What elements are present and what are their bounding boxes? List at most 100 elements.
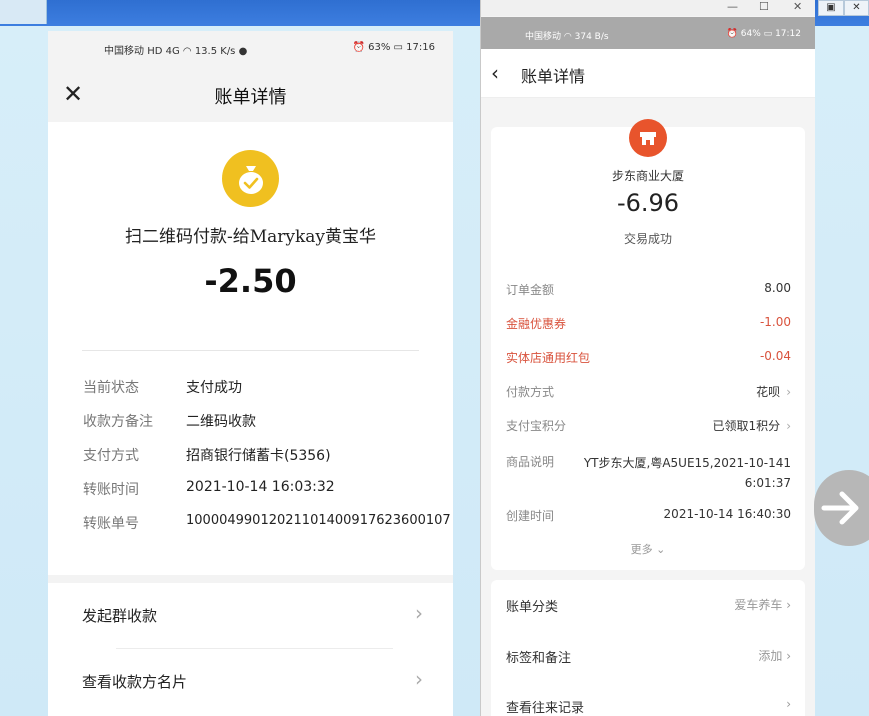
detail-value-wrap: 已领取1积分 ›: [713, 417, 791, 434]
amount: -6.96: [616, 189, 680, 217]
next-arrow-button[interactable]: [814, 470, 869, 546]
detail-label: 支付宝积分: [506, 419, 567, 433]
minimize-button[interactable]: —: [727, 0, 738, 13]
action-label: 查看收款方名片: [82, 673, 188, 691]
left-network: HD 4G: [147, 46, 180, 57]
bill-summary-card: 扫二维码付款-给Marykay黄宝华 -2.50 当前状态 支付成功 收款方备注…: [48, 122, 453, 575]
host-close-button[interactable]: ✕: [844, 0, 869, 16]
right-status-left: 中国移动 ◠ 374 B/s: [525, 29, 609, 42]
action-label: 发起群收款: [82, 607, 158, 625]
left-carrier: 中国移动: [104, 46, 144, 57]
detail-value: 10000499012021101400917623600107: [186, 513, 451, 528]
left-speed: 13.5 K/s: [194, 46, 236, 57]
chevron-right-icon: ›: [415, 667, 423, 691]
maximize-button[interactable]: ☐: [759, 0, 769, 13]
chevron-right-icon: ›: [786, 598, 791, 612]
view-payee-card-button[interactable]: 查看收款方名片 ›: [82, 649, 423, 715]
left-time: 17:16: [406, 42, 435, 53]
detail-label: 转账单号: [83, 516, 139, 532]
store-icon: [629, 119, 667, 157]
host-restore-button[interactable]: ▣: [818, 0, 844, 16]
detail-value: -1.00: [759, 315, 791, 329]
right-status-right: ⏰ 64% ▭ 17:12: [727, 29, 801, 39]
left-title-bar: ✕ 账单详情: [48, 71, 453, 121]
detail-value: 2021-10-14 16:40:30: [663, 507, 791, 521]
history-records-row[interactable]: 查看往来记录 ›: [506, 697, 791, 716]
left-battery: 63%: [368, 42, 391, 53]
battery-icon: ▭: [393, 42, 403, 53]
left-status-bar: 中国移动 HD 4G ◠ 13.5 K/s ● ⏰ 63% ▭ 17:16: [48, 39, 453, 61]
alarm-icon: ⏰: [352, 42, 365, 53]
extra-label: 账单分类: [506, 600, 559, 615]
divider: [82, 350, 419, 351]
detail-label: 商品说明: [506, 455, 555, 469]
bill-category-row[interactable]: 账单分类 爱车养车 ›: [506, 596, 791, 626]
detail-label: 金融优惠券: [506, 317, 567, 331]
detail-label: 订单金额: [506, 283, 555, 297]
detail-row: 实体店通用红包 -0.04: [506, 349, 791, 369]
detail-label: 当前状态: [83, 380, 139, 396]
more-label: 更多: [630, 543, 653, 556]
chevron-right-icon: ›: [786, 419, 791, 433]
chevron-right-icon: ›: [786, 385, 791, 399]
extra-value-wrap: ›: [786, 697, 791, 711]
detail-row: 订单金额 8.00: [506, 281, 791, 301]
extra-label: 查看往来记录: [506, 701, 585, 716]
detail-row: 商品说明 YT步东大厦,粤A5UE15,2021-10-1416:01:37: [506, 453, 791, 490]
battery-icon: ▭: [763, 29, 773, 39]
merchant-name: 步东商业大厦: [611, 169, 684, 183]
payment-method-row[interactable]: 付款方式 花呗 ›: [506, 383, 791, 403]
bill-detail-card: 步东商业大厦 -6.96 交易成功 订单金额 8.00 金融优惠券 -1.00 …: [491, 119, 805, 570]
right-carrier: 中国移动: [525, 32, 562, 42]
detail-label: 转账时间: [83, 482, 139, 498]
left-status-left: 中国移动 HD 4G ◠ 13.5 K/s ●: [104, 42, 247, 57]
detail-value: 8.00: [764, 281, 791, 295]
chevron-right-icon: ›: [786, 697, 791, 711]
arrow-right-icon: [821, 491, 859, 525]
extra-label: 标签和备注: [506, 651, 572, 666]
detail-value: -0.04: [759, 349, 791, 363]
amount: -2.50: [204, 262, 297, 300]
tags-notes-row[interactable]: 标签和备注 添加 ›: [506, 647, 791, 677]
detail-value-wrap: 花呗 ›: [756, 383, 791, 400]
chat-icon: ●: [238, 46, 248, 57]
more-button[interactable]: 更多 ⌄: [491, 541, 805, 557]
detail-label: 实体店通用红包: [506, 351, 591, 365]
extras-card: 账单分类 爱车养车 › 标签和备注 添加 › 查看往来记录 ›: [491, 580, 805, 716]
host-window-controls: ▣ ✕: [818, 0, 869, 16]
extra-value-wrap: 添加 ›: [758, 647, 791, 664]
points-row[interactable]: 支付宝积分 已领取1积分 ›: [506, 417, 791, 437]
detail-value: 支付成功: [186, 380, 242, 396]
wifi-icon: ◠: [563, 32, 572, 42]
detail-row: 金融优惠券 -1.00: [506, 315, 791, 335]
extra-value-wrap: 爱车养车 ›: [734, 596, 791, 613]
left-status-right: ⏰ 63% ▭ 17:16: [352, 42, 435, 53]
left-phone-screen: 中国移动 HD 4G ◠ 13.5 K/s ● ⏰ 63% ▭ 17:16 ✕ …: [48, 31, 453, 716]
back-icon[interactable]: ‹: [491, 61, 499, 85]
detail-value: 花呗: [756, 385, 781, 399]
chevron-right-icon: ›: [415, 601, 423, 625]
trade-status: 交易成功: [623, 232, 672, 246]
close-button[interactable]: ✕: [793, 0, 802, 13]
money-bag-icon: [222, 150, 279, 207]
group-collect-button[interactable]: 发起群收款 ›: [82, 583, 423, 649]
action-list: 发起群收款 › 查看收款方名片 ›: [48, 583, 453, 716]
detail-value: YT步东大厦,粤A5UE15,2021-10-1416:01:37: [583, 456, 791, 490]
chevron-right-icon: ›: [786, 649, 791, 663]
right-battery: 64%: [740, 29, 761, 39]
alarm-icon: ⏰: [726, 29, 738, 39]
merchant-name: 扫二维码付款-给Marykay黄宝华: [124, 227, 377, 247]
right-phone-window: — ☐ ✕ 中国移动 ◠ 374 B/s ⏰ 64% ▭ 17:12 ‹ 账单详…: [480, 0, 815, 716]
extra-value: 爱车养车: [734, 598, 783, 612]
right-speed: 374 B/s: [574, 32, 609, 42]
right-nav-bar: ‹ 账单详情: [481, 49, 815, 98]
detail-value: 招商银行储蓄卡(5356): [186, 448, 331, 464]
chevron-down-icon: ⌄: [656, 543, 666, 556]
window-titlebar: — ☐ ✕: [481, 0, 815, 16]
detail-value: 已领取1积分: [712, 419, 781, 433]
extra-value: 添加: [758, 649, 783, 663]
wifi-icon: ◠: [182, 46, 192, 57]
detail-label: 支付方式: [83, 448, 139, 464]
detail-row: 创建时间 2021-10-14 16:40:30: [506, 507, 791, 527]
right-status-bar: 中国移动 ◠ 374 B/s ⏰ 64% ▭ 17:12: [481, 17, 815, 49]
